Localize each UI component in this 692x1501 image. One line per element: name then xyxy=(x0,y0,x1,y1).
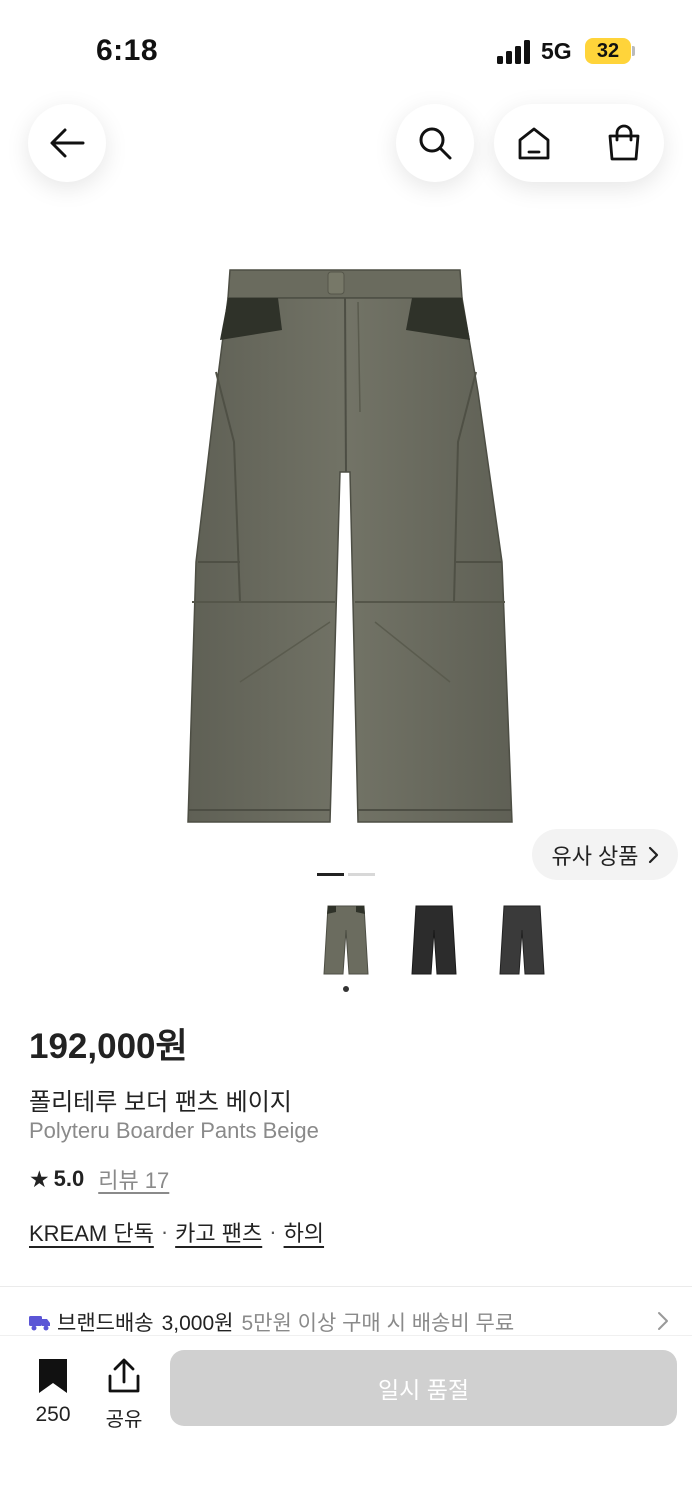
tag-cargo-pants[interactable]: 카고 팬츠 xyxy=(175,1216,262,1248)
thumbnail-charcoal[interactable] xyxy=(494,900,550,980)
home-icon xyxy=(518,127,550,160)
sold-out-button[interactable]: 일시 품절 xyxy=(170,1350,677,1426)
page-indicator-active xyxy=(317,873,344,876)
arrow-left-icon xyxy=(50,128,85,158)
page-indicator-inactive xyxy=(348,873,375,876)
share-icon xyxy=(108,1358,140,1393)
product-price: 192,000원 xyxy=(29,1027,188,1066)
share-label: 공유 xyxy=(105,1409,143,1431)
similar-products-label: 유사 상품 xyxy=(551,843,639,869)
home-cart-group xyxy=(494,104,664,182)
rating-row: ★ 5.0 리뷰 17 xyxy=(29,1164,169,1194)
status-time: 6:18 xyxy=(96,34,159,67)
tag-bottoms[interactable]: 하의 xyxy=(284,1216,324,1248)
search-icon xyxy=(419,127,452,160)
similar-products-button[interactable]: 유사 상품 xyxy=(532,829,678,880)
network-type: 5G xyxy=(541,38,572,64)
star-icon: ★ xyxy=(29,1165,50,1192)
signal-icon xyxy=(497,40,530,64)
rating-score: 5.0 xyxy=(53,1166,85,1191)
bookmark-button[interactable]: 250 xyxy=(24,1358,82,1427)
bottom-action-bar: 250 공유 일시 품절 xyxy=(0,1335,692,1501)
product-name-english: Polyteru Boarder Pants Beige xyxy=(29,1118,319,1143)
home-button[interactable] xyxy=(494,104,574,182)
product-image[interactable] xyxy=(180,262,520,832)
status-bar: 6:18 5G 32 xyxy=(0,0,692,100)
color-thumbnails xyxy=(318,900,558,980)
battery-nub xyxy=(632,46,635,56)
shipping-note: 5만원 이상 구매 시 배송비 무료 xyxy=(241,1312,515,1335)
tag-kream-exclusive[interactable]: KREAM 단독 xyxy=(29,1216,154,1248)
bookmark-icon xyxy=(39,1359,67,1393)
shipping-info-row[interactable]: 브랜드배송 3,000원 5만원 이상 구매 시 배송비 무료 xyxy=(29,1307,669,1337)
tag-separator: · xyxy=(269,1219,277,1244)
shipping-fee: 3,000원 xyxy=(161,1312,234,1335)
battery-icon: 32 xyxy=(585,38,631,64)
search-button[interactable] xyxy=(396,104,474,182)
chevron-right-icon xyxy=(648,846,658,863)
section-divider xyxy=(0,1286,692,1287)
shipping-label: 브랜드배송 xyxy=(57,1312,154,1335)
chevron-right-icon xyxy=(658,1312,668,1330)
cart-button[interactable] xyxy=(584,104,664,182)
shopping-bag-icon xyxy=(608,124,640,161)
tag-separator: · xyxy=(160,1219,169,1244)
thumbnail-beige[interactable] xyxy=(318,900,374,980)
back-button[interactable] xyxy=(28,104,106,182)
truck-icon xyxy=(29,1316,50,1331)
share-button[interactable]: 공유 xyxy=(96,1358,152,1432)
category-tags: KREAM 단독 · 카고 팬츠 · 하의 xyxy=(29,1216,324,1248)
review-link[interactable]: 리뷰 17 xyxy=(98,1163,169,1195)
bookmark-count: 250 xyxy=(35,1403,71,1426)
product-name-korean: 폴리테루 보더 팬츠 베이지 xyxy=(29,1089,292,1116)
selected-thumbnail-dot xyxy=(343,986,349,992)
thumbnail-black[interactable] xyxy=(406,900,462,980)
